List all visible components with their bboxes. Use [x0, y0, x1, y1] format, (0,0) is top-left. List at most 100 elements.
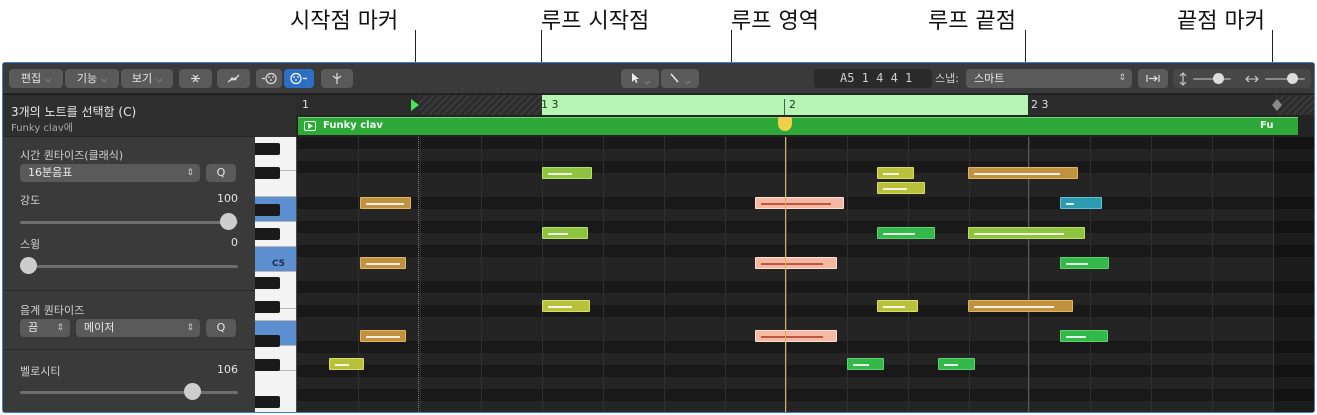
piano-black-key[interactable] [255, 228, 280, 240]
midi-note[interactable] [968, 227, 1085, 239]
catch-button[interactable] [1138, 69, 1168, 88]
midi-note[interactable] [968, 300, 1073, 312]
grid-lane [296, 389, 1314, 401]
midi-note[interactable] [1060, 330, 1108, 342]
grid-lane [296, 293, 1314, 305]
piano-white-key-c5[interactable]: C5 [255, 247, 296, 272]
grid-lane [296, 221, 1314, 233]
grid-lane [296, 209, 1314, 221]
updown-chevron-icon: ⇕ [186, 323, 194, 333]
scissors-split-button[interactable] [321, 69, 353, 88]
midi-note[interactable] [360, 257, 406, 269]
bar-line [296, 137, 297, 412]
functions-menu-button[interactable]: 기능 ⌵ [65, 69, 119, 88]
chevron-down-icon: ⌵ [45, 75, 52, 84]
collapse-button[interactable] [179, 69, 212, 88]
strength-slider-knob[interactable] [220, 213, 237, 230]
midi-note[interactable] [877, 227, 935, 239]
scale-quantize-q-button[interactable]: Q [206, 319, 236, 337]
region-play-icon [304, 121, 316, 131]
selected-midi-note[interactable] [755, 257, 837, 269]
midi-note[interactable] [542, 227, 588, 239]
horizontal-zoom-slider-track[interactable] [1265, 78, 1305, 80]
piano-black-key[interactable] [255, 277, 280, 289]
automation-button[interactable] [217, 69, 250, 88]
time-quantize-select[interactable]: 16분음표 ⇕ [20, 164, 200, 182]
midi-note[interactable] [542, 300, 590, 312]
bar-line [786, 137, 787, 412]
end-marker-icon[interactable] [1272, 99, 1282, 111]
loop-region[interactable] [542, 95, 1028, 115]
midi-note[interactable] [877, 182, 925, 194]
swing-value: 0 [231, 236, 238, 249]
swing-slider-track[interactable] [20, 265, 238, 268]
midi-note[interactable] [329, 358, 364, 370]
midi-in-button[interactable] [256, 69, 282, 88]
midi-note[interactable] [938, 358, 975, 370]
playhead-handle[interactable] [778, 117, 792, 131]
midi-in-icon [262, 72, 277, 85]
edit-menu-label: 편집 [20, 72, 42, 85]
midi-note[interactable] [542, 167, 592, 179]
collapse-icon [191, 74, 200, 83]
piano-black-key[interactable] [255, 143, 280, 155]
midi-note[interactable] [360, 330, 406, 342]
velocity-slider-track[interactable] [20, 391, 238, 394]
horizontal-zoom-icon [1245, 75, 1259, 83]
midi-out-button[interactable] [284, 69, 314, 88]
updown-chevron-icon: ⇕ [56, 323, 64, 333]
swing-slider-knob[interactable] [20, 257, 37, 274]
midi-note[interactable] [877, 167, 914, 179]
midi-note[interactable] [1060, 257, 1109, 269]
catch-icon [1146, 75, 1160, 82]
snap-label: 스냅: [935, 72, 959, 85]
midi-note[interactable] [1060, 197, 1102, 209]
velocity-value: 106 [217, 363, 238, 376]
piano-black-key[interactable] [255, 359, 280, 371]
midi-note[interactable] [360, 197, 411, 209]
inspector-divider [3, 349, 255, 350]
piano-black-key[interactable] [255, 167, 280, 179]
horizontal-zoom-slider-knob[interactable] [1287, 73, 1298, 84]
piano-black-key[interactable] [255, 301, 280, 313]
vertical-zoom-slider-track[interactable] [1193, 78, 1231, 80]
start-marker-icon[interactable] [411, 99, 419, 111]
vertical-zoom-slider-knob[interactable] [1213, 73, 1224, 84]
piano-keyboard[interactable]: C5 [255, 137, 296, 412]
strength-value: 100 [217, 192, 238, 205]
grid-lane [296, 161, 1314, 173]
piano-black-key[interactable] [255, 204, 280, 216]
ruler-bar-1: 1 [302, 98, 309, 111]
chevron-down-icon: ⌵ [101, 75, 108, 84]
grid-lane [296, 377, 1314, 389]
beat-line [1151, 137, 1152, 412]
velocity-label: 벨로시티 [20, 365, 61, 378]
midi-note[interactable] [847, 358, 884, 370]
pencil-tool-button[interactable]: ⌵ [661, 69, 699, 88]
velocity-slider-knob[interactable] [184, 383, 201, 400]
chevron-down-icon: ⌵ [684, 77, 691, 86]
piano-black-key[interactable] [255, 335, 280, 347]
scale-type-select[interactable]: 메이저 ⇕ [76, 319, 200, 337]
scale-quantize-off-select[interactable]: 끔 ⇕ [20, 319, 70, 337]
bar-ruler[interactable]: 1 1 3 2 2 3 [296, 95, 1314, 115]
pointer-icon [631, 73, 639, 83]
view-menu-label: 보기 [131, 72, 153, 85]
piano-roll-grid[interactable] [296, 137, 1314, 412]
pointer-tool-button[interactable]: ⌵ [621, 69, 659, 88]
selected-midi-note[interactable] [755, 330, 837, 342]
ruler-bar-2: 2 [789, 98, 796, 111]
edit-menu-button[interactable]: 편집 ⌵ [9, 69, 63, 88]
grid-lane [296, 401, 1314, 412]
time-quantize-q-button[interactable]: Q [206, 164, 236, 182]
piano-black-key[interactable] [255, 396, 280, 408]
strength-slider-track[interactable] [20, 221, 238, 224]
midi-region[interactable]: Funky clav Fu [298, 117, 1298, 135]
midi-note[interactable] [877, 300, 918, 312]
snap-select[interactable]: 스마트 ⇕ [966, 69, 1132, 88]
selected-midi-note[interactable] [755, 197, 844, 209]
grid-lane [296, 149, 1314, 161]
midi-note[interactable] [968, 167, 1078, 179]
view-menu-button[interactable]: 보기 ⌵ [121, 69, 173, 88]
grid-lane [296, 281, 1314, 293]
